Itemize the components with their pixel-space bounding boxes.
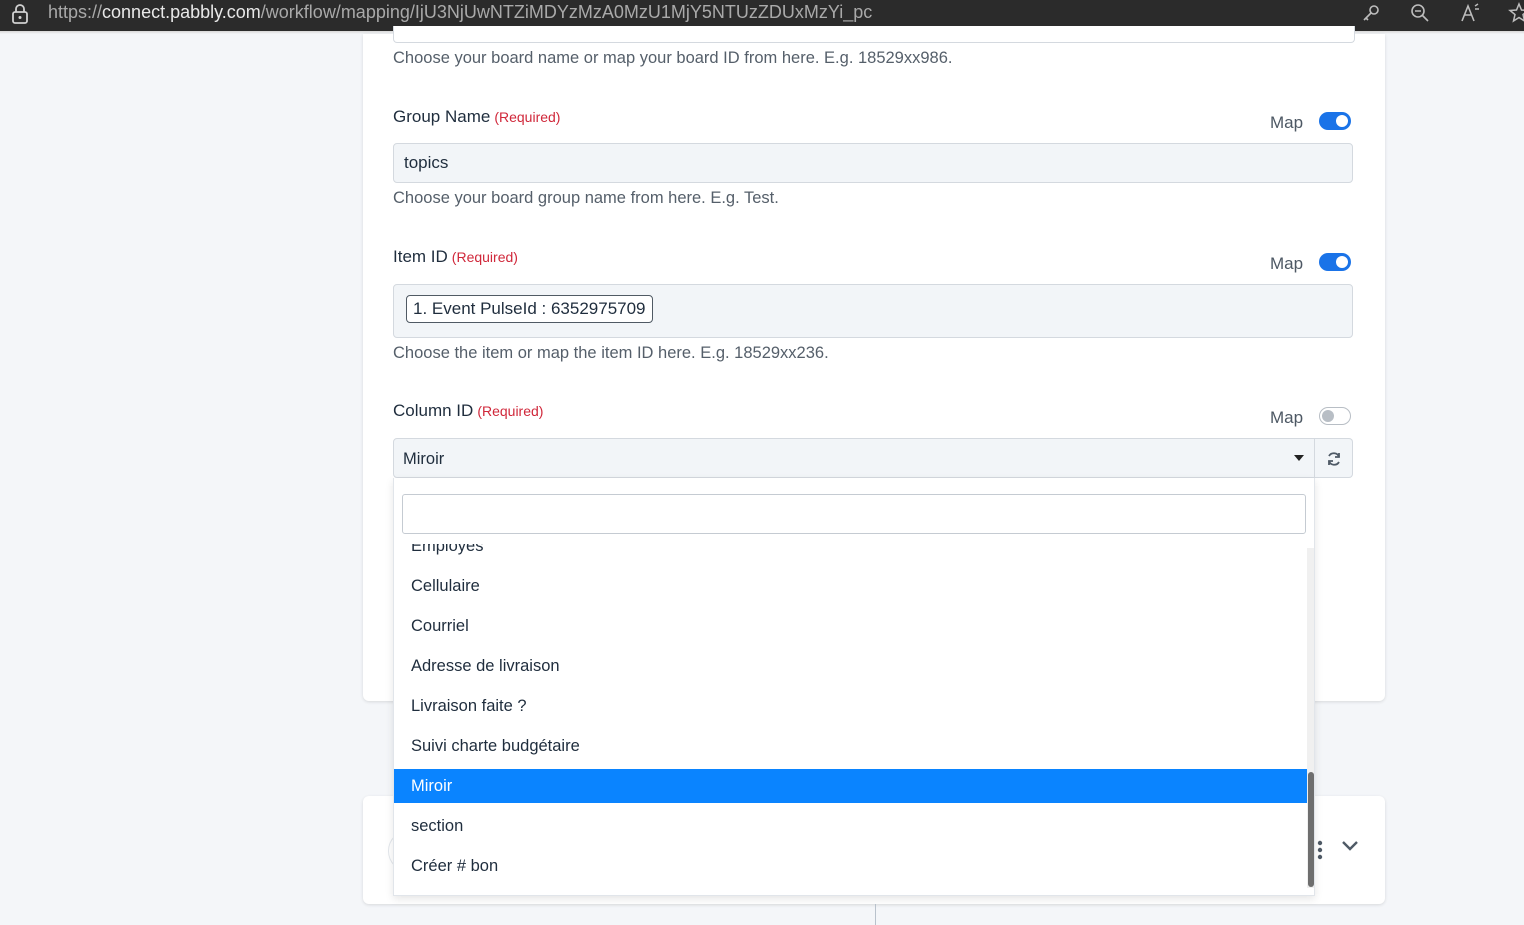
dropdown-search-input[interactable] bbox=[402, 494, 1306, 534]
group-map-label: Map bbox=[1270, 113, 1304, 132]
column-id-label-text: Column ID bbox=[393, 401, 474, 420]
url-domain: connect.pabbly.com bbox=[102, 2, 261, 22]
caret-down-icon bbox=[1294, 455, 1304, 461]
refresh-icon bbox=[1328, 452, 1340, 466]
group-map-toggle[interactable] bbox=[1319, 112, 1351, 130]
item-id-input[interactable]: 1. Event PulseId : 6352975709 bbox=[393, 284, 1353, 338]
board-name-input[interactable] bbox=[393, 26, 1355, 43]
mapped-value-chip[interactable]: 1. Event PulseId : 6352975709 bbox=[406, 295, 653, 323]
read-aloud-icon[interactable] bbox=[1459, 2, 1481, 24]
dropdown-option[interactable]: Suivi charte budgétaire bbox=[394, 729, 1307, 763]
item-map-toggle[interactable] bbox=[1319, 253, 1351, 271]
chevron-down-icon[interactable] bbox=[1340, 838, 1360, 854]
group-name-value: topics bbox=[404, 153, 449, 172]
url-path: /workflow/mapping/IjU3NjUwNTZiMDYzMzA0Mz… bbox=[260, 2, 873, 22]
column-map-toggle[interactable] bbox=[1319, 407, 1351, 425]
item-map-label: Map bbox=[1270, 254, 1304, 273]
group-name-input[interactable]: topics bbox=[393, 143, 1353, 183]
group-name-label: Group Name (Required) bbox=[393, 107, 560, 127]
url-prefix: https:// bbox=[48, 2, 103, 22]
column-id-select[interactable]: Miroir bbox=[393, 438, 1315, 478]
required-tag: (Required) bbox=[477, 403, 544, 419]
item-id-label-text: Item ID bbox=[393, 247, 448, 266]
dropdown-option[interactable]: Cellulaire bbox=[394, 569, 1307, 603]
zoom-out-icon[interactable] bbox=[1409, 2, 1431, 24]
dropdown-option[interactable]: Créer # bon bbox=[394, 849, 1307, 883]
column-map-label: Map bbox=[1270, 408, 1304, 427]
item-id-label: Item ID (Required) bbox=[393, 247, 518, 267]
dropdown-options-list[interactable]: Employés Cellulaire Courriel Adresse de liv… bbox=[394, 544, 1307, 895]
board-help-text: Choose your board name or map your board… bbox=[393, 49, 953, 67]
dropdown-scrollbar[interactable] bbox=[1307, 548, 1314, 888]
group-name-label-text: Group Name bbox=[393, 107, 491, 126]
scrollbar-thumb[interactable] bbox=[1308, 772, 1314, 887]
dropdown-option[interactable]: Miroir bbox=[394, 769, 1307, 803]
key-icon[interactable] bbox=[1360, 2, 1382, 24]
refresh-button[interactable] bbox=[1315, 438, 1353, 478]
column-selected-value: Miroir bbox=[403, 450, 445, 468]
lock-icon[interactable] bbox=[10, 3, 30, 25]
more-options-icon[interactable] bbox=[1316, 840, 1324, 860]
dropdown-option[interactable]: Adresse de livraison bbox=[394, 649, 1307, 683]
dropdown-option[interactable]: Employés bbox=[394, 544, 1307, 563]
item-help-text: Choose the item or map the item ID here.… bbox=[393, 344, 829, 362]
group-help-text: Choose your board group name from here. … bbox=[393, 189, 779, 207]
dropdown-option[interactable]: section bbox=[394, 809, 1307, 843]
connector-line bbox=[875, 904, 876, 925]
required-tag: (Required) bbox=[451, 249, 518, 265]
favorite-star-icon[interactable] bbox=[1508, 2, 1524, 24]
dropdown-option[interactable]: Courriel bbox=[394, 609, 1307, 643]
required-tag: (Required) bbox=[494, 109, 561, 125]
address-bar[interactable]: https://connect.pabbly.com/workflow/mapp… bbox=[48, 1, 872, 23]
dropdown-option[interactable]: Livraison faite ? bbox=[394, 689, 1307, 723]
column-dropdown: Employés Cellulaire Courriel Adresse de liv… bbox=[393, 478, 1315, 896]
column-id-label: Column ID (Required) bbox=[393, 401, 543, 421]
